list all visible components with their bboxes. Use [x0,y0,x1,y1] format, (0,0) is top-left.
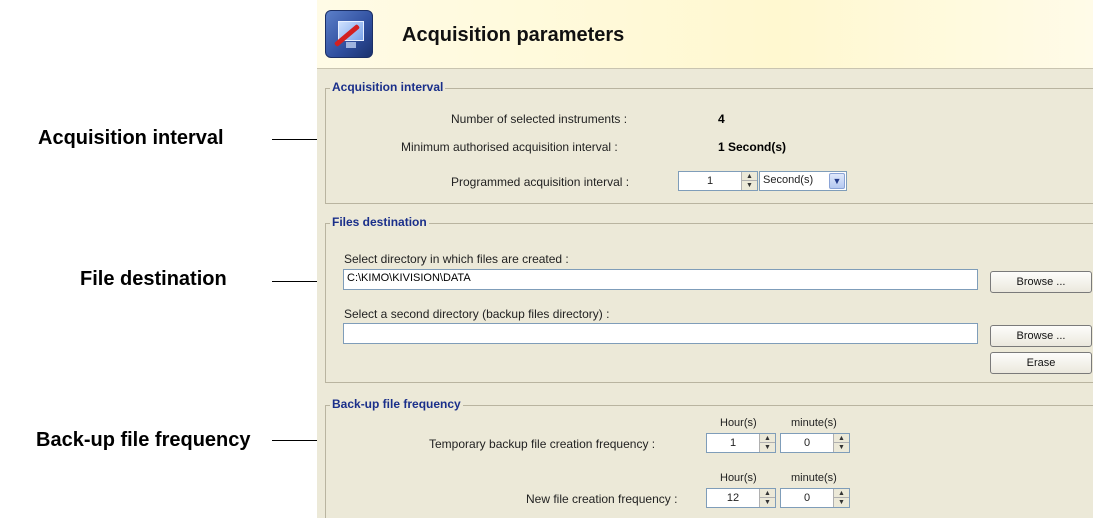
interval-unit-value: Second(s) [763,174,814,186]
page-title: Acquisition parameters [402,24,625,46]
spin-up-icon[interactable]: ▲ [760,434,775,443]
min-interval-value: 1 Second(s) [718,140,787,154]
temp-hours-header: Hour(s) [720,417,757,429]
erase-button[interactable]: Erase [990,352,1092,374]
spin-up-icon[interactable]: ▲ [834,434,849,443]
spin-up-icon[interactable]: ▲ [760,489,775,498]
spin-up-icon[interactable]: ▲ [742,172,757,181]
spin-down-icon[interactable]: ▼ [742,181,757,190]
new-hours-header: Hour(s) [720,472,757,484]
files-destination-group: Files destination Select directory in wh… [325,215,1093,383]
browse-directory-button[interactable]: Browse ... [990,271,1092,293]
files-destination-group-title: Files destination [330,215,429,229]
callout-file-destination: File destination [80,268,227,290]
acquisition-interval-group-title: Acquisition interval [330,80,446,94]
backup-directory-label: Select a second directory (backup files … [344,307,610,321]
backup-frequency-group: Back-up file frequency Hour(s) minute(s)… [325,397,1093,518]
min-interval-label: Minimum authorised acquisition interval … [401,140,618,154]
spin-down-icon[interactable]: ▼ [760,443,775,452]
spin-up-icon[interactable]: ▲ [834,489,849,498]
selected-instruments-value: 4 [718,112,725,126]
browse-backup-button[interactable]: Browse ... [990,325,1092,347]
new-minutes-header: minute(s) [791,472,837,484]
selected-instruments-label: Number of selected instruments : [451,112,628,126]
spin-down-icon[interactable]: ▼ [760,498,775,507]
backup-directory-input[interactable] [343,323,978,344]
acquisition-interval-group: Acquisition interval Number of selected … [325,80,1093,204]
spin-down-icon[interactable]: ▼ [834,498,849,507]
callout-backup-frequency: Back-up file frequency [36,429,251,451]
directory-label: Select directory in which files are crea… [344,252,569,266]
backup-frequency-group-title: Back-up file frequency [330,397,463,411]
programmed-interval-value[interactable]: 1 [679,172,741,190]
spin-down-icon[interactable]: ▼ [834,443,849,452]
callout-acquisition-interval: Acquisition interval [38,127,224,149]
temp-minutes-value[interactable]: 0 [781,434,833,452]
programmed-interval-stepper[interactable]: 1 ▲ ▼ [678,171,758,191]
acquisition-parameters-panel: Acquisition parameters Acquisition inter… [317,0,1093,518]
temp-minutes-header: minute(s) [791,417,837,429]
chevron-down-icon[interactable]: ▼ [829,173,845,189]
monitor-tools-icon [325,10,373,58]
temp-backup-label: Temporary backup file creation frequency… [429,437,656,451]
temp-hours-stepper[interactable]: 1 ▲ ▼ [706,433,776,453]
new-minutes-value[interactable]: 0 [781,489,833,507]
new-hours-value[interactable]: 12 [707,489,759,507]
new-file-label: New file creation frequency : [526,492,678,506]
panel-header: Acquisition parameters [317,0,1093,69]
directory-input[interactable]: C:\KIMO\KIVISION\DATA [343,269,978,290]
new-hours-stepper[interactable]: 12 ▲ ▼ [706,488,776,508]
programmed-interval-label: Programmed acquisition interval : [451,175,630,189]
temp-hours-value[interactable]: 1 [707,434,759,452]
interval-unit-select[interactable]: Second(s) ▼ [759,171,847,191]
temp-minutes-stepper[interactable]: 0 ▲ ▼ [780,433,850,453]
new-minutes-stepper[interactable]: 0 ▲ ▼ [780,488,850,508]
